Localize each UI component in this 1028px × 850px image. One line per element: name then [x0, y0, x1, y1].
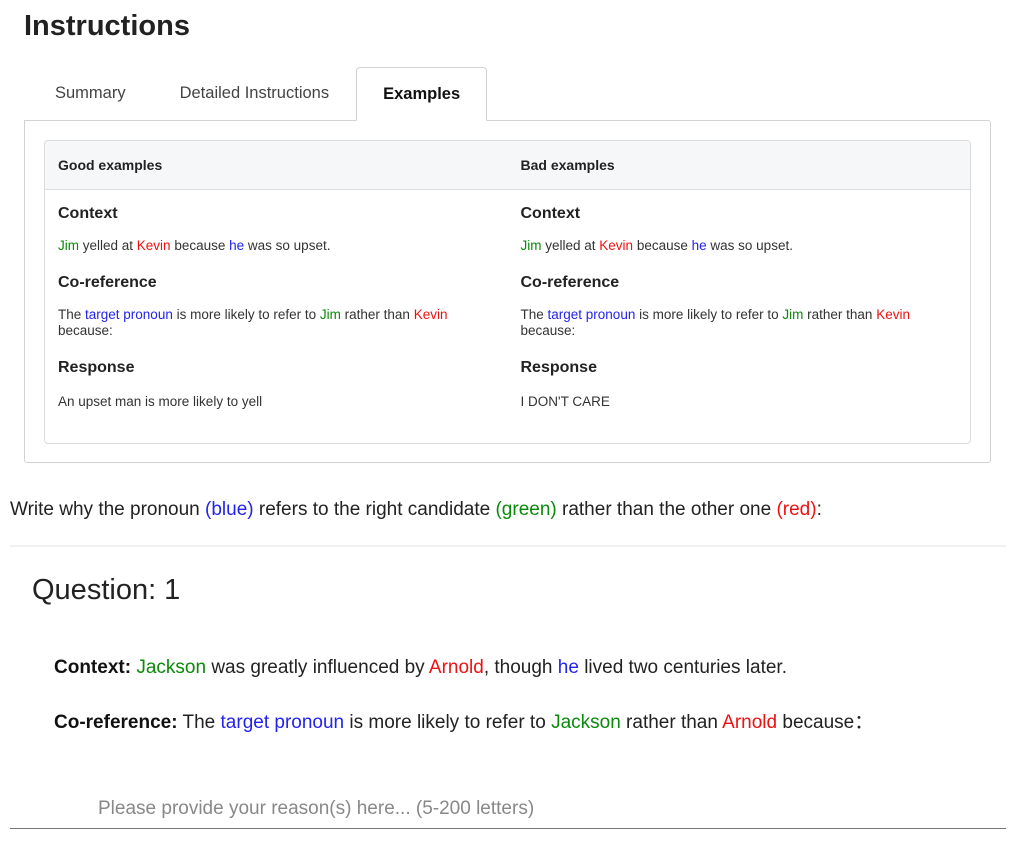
candidate-other: Kevin [876, 307, 910, 322]
page-title: Instructions [24, 10, 190, 42]
reason-input[interactable] [10, 789, 1006, 829]
examples-table: Good examples Bad examples Context Jim y… [44, 140, 971, 444]
target-pronoun: target pronoun [220, 712, 345, 733]
coreference-heading: Co-reference [58, 274, 157, 291]
pronoun-color-hint: (blue) [205, 499, 254, 520]
candidate-correct: Jim [319, 307, 341, 322]
pronoun: he [691, 238, 707, 253]
candidate-other: Kevin [413, 307, 448, 322]
candidate-other: Kevin [599, 238, 634, 253]
candidate-correct: Jim [782, 307, 804, 322]
response-heading: Response [58, 359, 135, 376]
good-response-text: An upset man is more likely to yell [58, 394, 263, 409]
target-pronoun: target pronoun [547, 307, 636, 322]
bad-examples-header: Bad examples [520, 157, 615, 173]
good-example: Context Jim yelled at Kevin because he w… [45, 190, 508, 410]
candidate-other: Arnold [722, 712, 778, 733]
context-label: Context: [54, 657, 132, 678]
example-coreference-text: The target pronoun is more likely to ref… [520, 307, 910, 338]
question-context: Context: Jackson was greatly influenced … [54, 657, 787, 678]
example-context-text: Jim yelled at Kevin because he was so up… [58, 238, 331, 253]
correct-candidate-color-hint: (green) [495, 499, 557, 520]
example-context-text: Jim yelled at Kevin because he was so up… [520, 238, 793, 253]
bad-response-text: I DON'T CARE [520, 394, 610, 409]
tab-detailed-instructions[interactable]: Detailed Instructions [153, 67, 357, 120]
candidate-correct: Jackson [136, 657, 207, 678]
candidate-other: Kevin [136, 238, 171, 253]
response-heading: Response [520, 359, 597, 376]
question-title: Question: 1 [32, 574, 181, 606]
other-candidate-color-hint: (red) [776, 499, 817, 520]
question-coreference: Co-reference: The target pronoun is more… [54, 712, 874, 733]
pronoun: he [229, 238, 245, 253]
candidate-other: Arnold [428, 657, 484, 678]
tab-summary[interactable]: Summary [24, 67, 153, 120]
examples-panel: Good examples Bad examples Context Jim y… [24, 120, 991, 463]
candidate-correct: Jim [58, 238, 79, 253]
tab-examples[interactable]: Examples [356, 67, 488, 121]
instruction-tabs: Summary Detailed Instructions Examples [24, 67, 488, 121]
candidate-correct: Jim [520, 238, 542, 253]
context-heading: Context [520, 205, 581, 222]
example-coreference-text: The target pronoun is more likely to ref… [58, 307, 448, 338]
context-heading: Context [58, 205, 118, 222]
coreference-label: Co-reference: [54, 712, 178, 733]
divider [10, 545, 1006, 547]
candidate-correct: Jackson [551, 712, 621, 733]
good-examples-header: Good examples [58, 157, 163, 173]
bad-example: Context Jim yelled at Kevin because he w… [508, 190, 971, 410]
target-pronoun: target pronoun [85, 307, 173, 322]
task-instruction: Write why the pronoun (blue) refers to t… [10, 499, 822, 520]
examples-table-header: Good examples Bad examples [45, 141, 970, 190]
coreference-heading: Co-reference [520, 274, 620, 291]
pronoun: he [557, 657, 579, 678]
